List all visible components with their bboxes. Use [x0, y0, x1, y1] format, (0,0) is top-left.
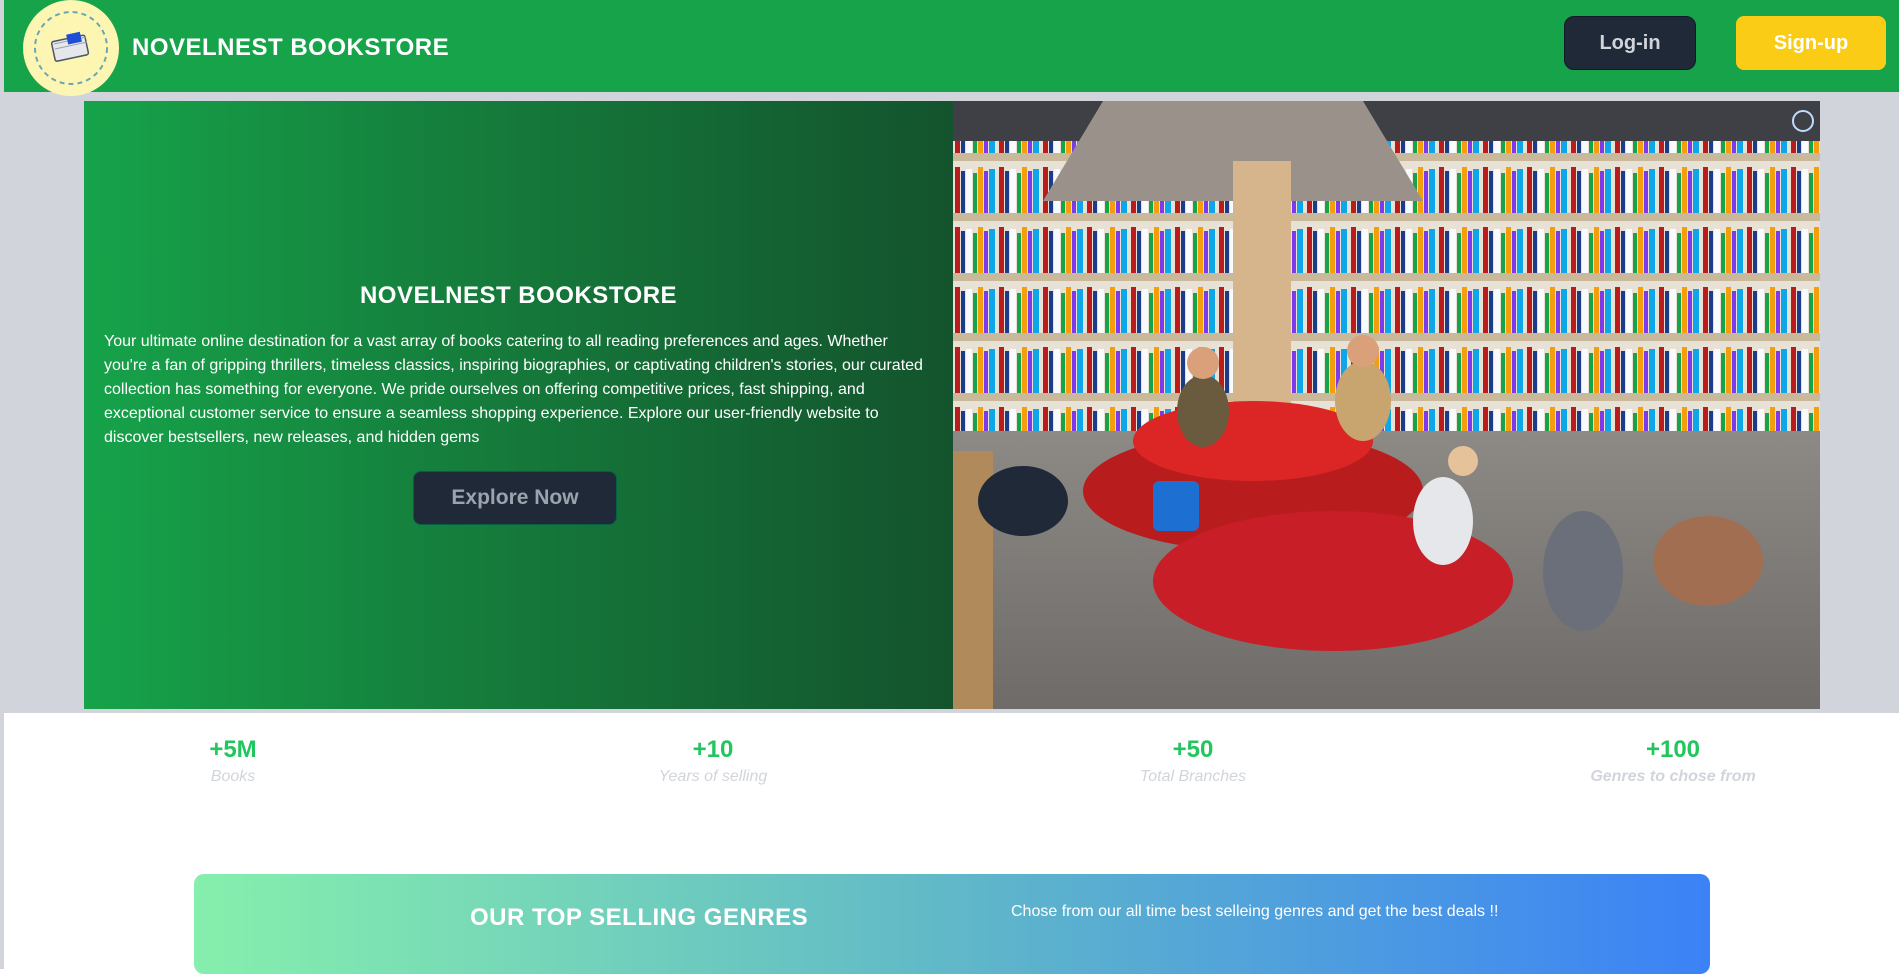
stat-label: Genres to chose from [1590, 768, 1756, 785]
hero-title: NOVELNEST BOOKSTORE [359, 282, 678, 309]
genres-title: OUR TOP SELLING GENRES [470, 904, 809, 931]
hero-description: Your ultimate online destination for a v… [104, 333, 923, 446]
navbar: NOVELNEST BOOKSTORE Log-in Sign-up [4, 0, 1899, 96]
stat-genres: +100 Genres to chose from [1553, 736, 1793, 786]
book-logo-icon[interactable] [23, 0, 119, 96]
stat-value: +5M [209, 736, 257, 763]
stat-label: Years of selling [658, 768, 768, 785]
signup-button[interactable]: Sign-up [1736, 16, 1886, 70]
brand-name: NOVELNEST BOOKSTORE [132, 34, 450, 61]
stat-value: +100 [1645, 736, 1701, 763]
stat-years: +10 Years of selling [593, 736, 833, 786]
genres-subtitle: Chose from our all time best selleing ge… [1011, 903, 1499, 920]
stat-value: +10 [692, 736, 734, 763]
stat-books: +5M Books [113, 736, 353, 786]
stat-label: Total Branches [1139, 768, 1247, 785]
stat-value: +50 [1172, 736, 1214, 763]
bookstore-photo [953, 101, 1820, 709]
login-button[interactable]: Log-in [1564, 16, 1696, 70]
stat-label: Books [210, 768, 256, 785]
stat-branches: +50 Total Branches [1073, 736, 1313, 786]
hero-text-panel: NOVELNEST BOOKSTORE Your ultimate online… [84, 101, 953, 709]
explore-now-button[interactable]: Explore Now [413, 471, 617, 525]
top-genres-banner: OUR TOP SELLING GENRES Chose from our al… [194, 874, 1710, 974]
